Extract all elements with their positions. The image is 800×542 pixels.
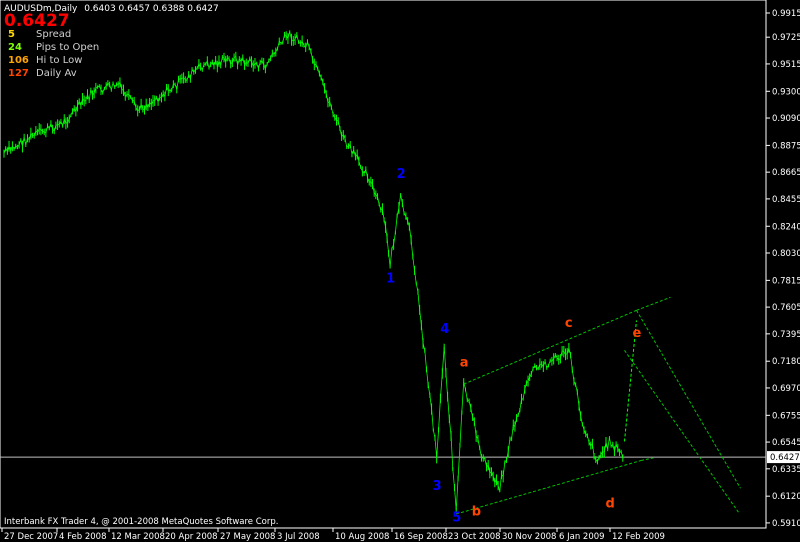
y-tick-label: 0.8240 bbox=[772, 222, 800, 232]
info-row: 106 Hi to Low bbox=[8, 54, 99, 67]
x-tick-label: 27 May 2008 bbox=[220, 532, 275, 542]
y-tick-label: 0.8455 bbox=[772, 195, 800, 205]
x-tick-label: 4 Feb 2008 bbox=[59, 532, 107, 542]
x-tick-label: 3 Jul 2008 bbox=[277, 532, 320, 542]
y-tick-label: 0.7605 bbox=[772, 303, 800, 313]
x-tick-label: 12 Feb 2009 bbox=[612, 532, 665, 542]
target-line-inner bbox=[624, 350, 739, 513]
x-tick-label: 23 Oct 2008 bbox=[448, 532, 501, 542]
y-tick-label: 0.8665 bbox=[772, 168, 800, 178]
wave-label-e: e bbox=[632, 326, 641, 341]
info-row: 24 Pips to Open bbox=[8, 41, 99, 54]
wave-label-2: 2 bbox=[397, 167, 406, 182]
wave-label-4: 4 bbox=[440, 322, 449, 337]
y-tick-label: 0.6970 bbox=[772, 384, 800, 394]
ohlc-values: 0.6403 0.6457 0.6388 0.6427 bbox=[84, 4, 219, 14]
y-tick-label: 0.9090 bbox=[772, 114, 800, 124]
wave-label-5: 5 bbox=[452, 511, 461, 526]
wave-label-d: d bbox=[605, 497, 614, 512]
wave-label-1: 1 bbox=[386, 271, 395, 286]
wave-label-c: c bbox=[565, 316, 573, 331]
x-tick-label: 12 Mar 2008 bbox=[111, 532, 165, 542]
target-line-outer bbox=[636, 310, 741, 489]
x-tick-label: 27 Dec 2007 bbox=[4, 532, 58, 542]
plot-frame bbox=[0, 0, 767, 529]
copyright-footer: Interbank FX Trader 4, @ 2001-2008 MetaQ… bbox=[4, 517, 279, 527]
channel-upper-extension bbox=[636, 296, 671, 311]
y-tick-label: 0.8875 bbox=[772, 141, 800, 151]
channel-lower-extension bbox=[640, 457, 656, 462]
wave-label-b: b bbox=[472, 504, 481, 519]
x-tick-label: 10 Aug 2008 bbox=[335, 532, 389, 542]
x-tick-label: 20 Apr 2008 bbox=[165, 532, 218, 542]
y-tick-label: 0.6120 bbox=[772, 492, 800, 502]
y-tick-label: 0.9300 bbox=[772, 87, 800, 97]
y-tick-label: 0.9515 bbox=[772, 60, 800, 70]
y-tick-label: 0.6545 bbox=[772, 438, 800, 448]
chart-window[interactable]: 0.9915 0.9725 0.9515 0.9300 0.9090 0.8875 0.86… bbox=[0, 0, 800, 542]
y-tick-label: 0.7180 bbox=[772, 357, 800, 367]
y-tick-label: 0.8030 bbox=[772, 249, 800, 259]
info-panel: 5 Spread 24 Pips to Open 106 Hi to Low 127 Dail… bbox=[8, 28, 99, 80]
channel-upper-line bbox=[463, 309, 637, 385]
info-row: 5 Spread bbox=[8, 28, 99, 41]
info-row-label: Hi to Low bbox=[36, 55, 83, 66]
x-tick-label: 30 Nov 2008 bbox=[502, 532, 556, 542]
y-tick-label: 0.6755 bbox=[772, 411, 800, 421]
info-row-value: 106 bbox=[8, 55, 29, 66]
y-tick-label: 0.9915 bbox=[772, 9, 800, 19]
y-tick-label: 0.5910 bbox=[772, 519, 800, 529]
info-row-value: 127 bbox=[8, 68, 29, 79]
y-tick-label: 0.6335 bbox=[772, 465, 800, 475]
wave-label-3: 3 bbox=[433, 479, 442, 494]
x-tick-label: 6 Jan 2009 bbox=[559, 532, 605, 542]
y-tick-label: 0.7395 bbox=[772, 330, 800, 340]
x-tick-label: 16 Sep 2008 bbox=[394, 532, 448, 542]
current-price-label: 0.6427 bbox=[770, 453, 800, 463]
info-row: 127 Daily Av bbox=[8, 67, 99, 80]
info-row-value: 5 bbox=[8, 29, 15, 40]
y-tick-label: 0.9725 bbox=[772, 33, 800, 43]
y-tick-label: 0.7815 bbox=[772, 276, 800, 286]
info-row-value: 24 bbox=[8, 42, 22, 53]
info-row-label: Pips to Open bbox=[36, 42, 100, 53]
wave-label-a: a bbox=[460, 355, 469, 370]
info-row-label: Spread bbox=[36, 29, 72, 40]
price-line bbox=[3, 31, 624, 511]
info-row-label: Daily Av bbox=[36, 68, 77, 79]
price-chart[interactable]: 0.9915 0.9725 0.9515 0.9300 0.9090 0.8875 0.86… bbox=[0, 0, 800, 542]
